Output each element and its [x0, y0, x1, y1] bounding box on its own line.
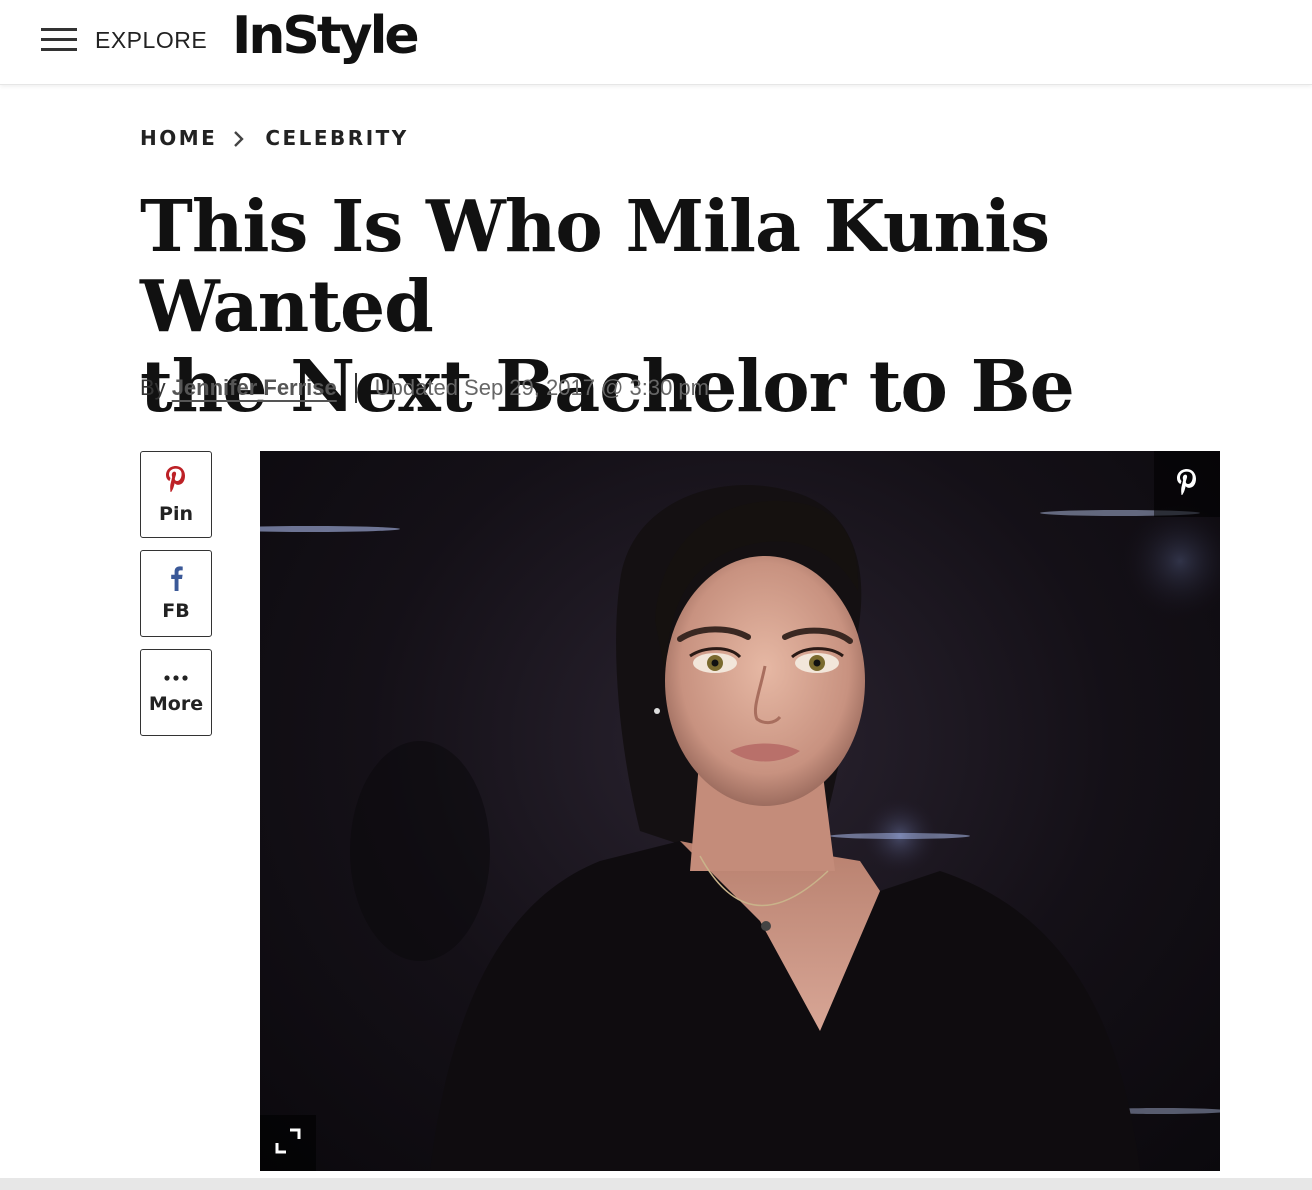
- byline: By Jennifer Ferrise Updated Sep 29, 2017…: [140, 373, 709, 403]
- more-label: More: [148, 692, 204, 715]
- chevron-right-icon: [233, 128, 247, 148]
- author-link[interactable]: Jennifer Ferrise: [172, 375, 337, 401]
- byline-prefix: By: [140, 375, 166, 400]
- byline-divider: [354, 373, 357, 403]
- hero-image[interactable]: [260, 451, 1220, 1171]
- article-title-line1: This Is Who Mila Kunis Wanted: [140, 184, 1050, 348]
- site-logo[interactable]: InStyle: [232, 6, 420, 66]
- pinterest-icon: [164, 464, 188, 499]
- updated-timestamp: Updated Sep 29, 2017 @ 3:30 pm: [374, 375, 709, 400]
- pinterest-icon: [1175, 467, 1199, 502]
- breadcrumb-home[interactable]: HOME: [140, 126, 217, 150]
- breadcrumb: HOME CELEBRITY: [140, 126, 409, 150]
- breadcrumb-celebrity[interactable]: CELEBRITY: [265, 126, 408, 150]
- facebook-icon: [168, 565, 184, 596]
- menu-icon[interactable]: [41, 28, 77, 52]
- image-pin-button[interactable]: [1154, 451, 1220, 517]
- pin-share-button[interactable]: Pin: [140, 451, 212, 538]
- expand-image-button[interactable]: [260, 1115, 316, 1171]
- more-share-button[interactable]: More: [140, 649, 212, 736]
- expand-icon: [273, 1126, 303, 1161]
- page-bottom-edge: [0, 1178, 1312, 1190]
- site-header: EXPLORE InStyle: [0, 0, 1312, 85]
- facebook-share-button[interactable]: FB: [140, 550, 212, 637]
- fb-label: FB: [162, 600, 190, 622]
- explore-button[interactable]: EXPLORE: [95, 27, 207, 54]
- pin-label: Pin: [159, 503, 193, 525]
- ellipsis-icon: [162, 671, 190, 689]
- hero-photo-illustration: [260, 485, 1220, 1171]
